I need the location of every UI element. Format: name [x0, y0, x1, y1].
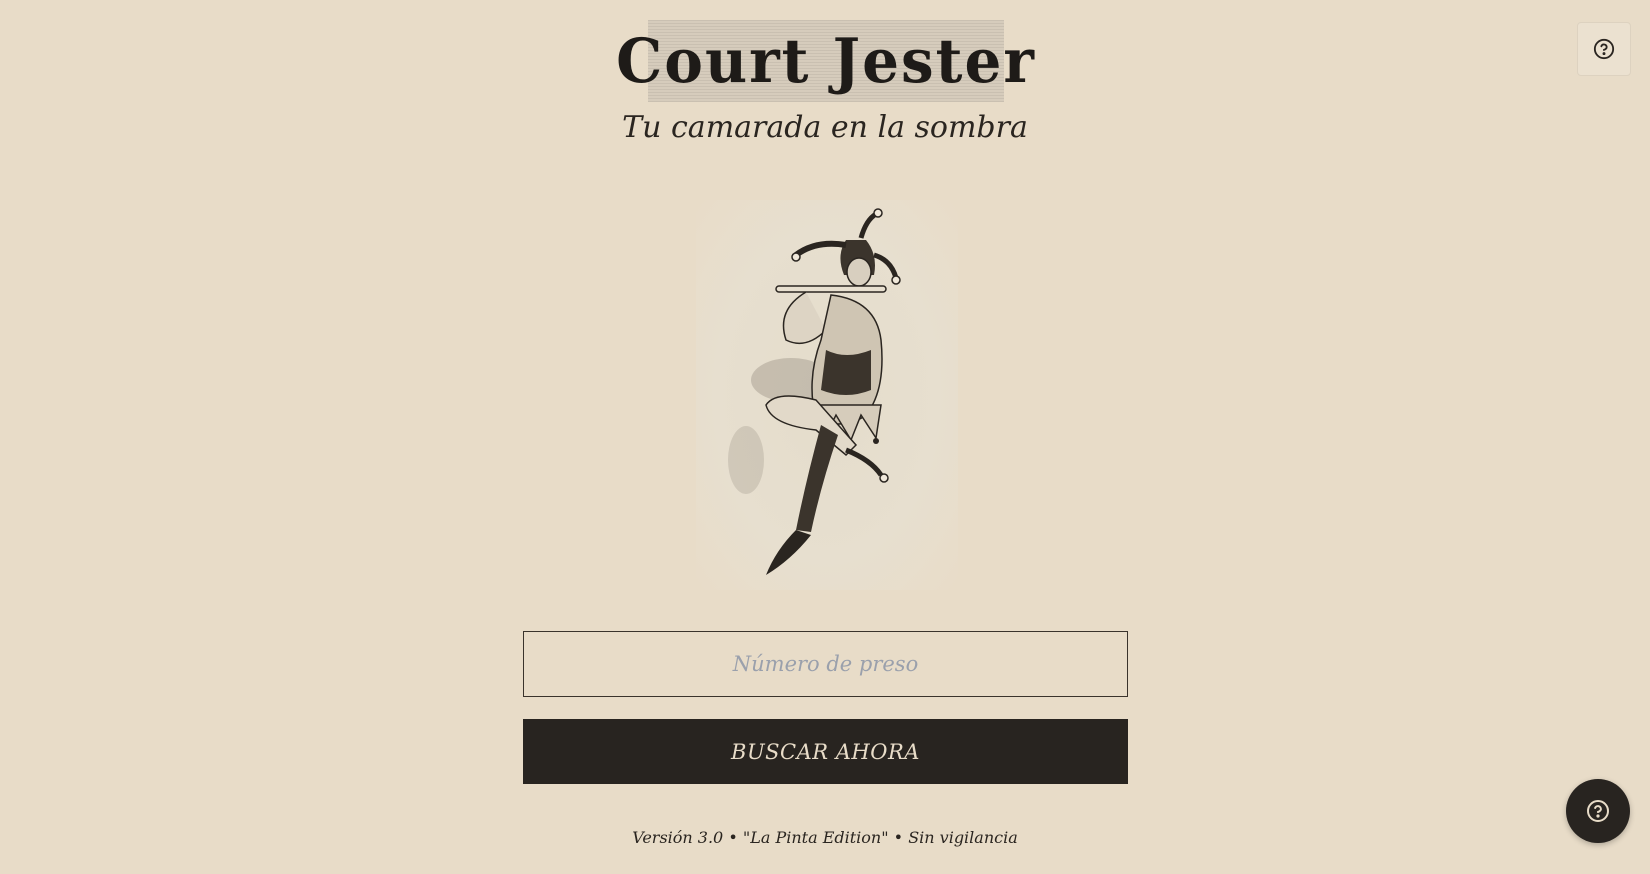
prisoner-number-input[interactable]	[523, 631, 1128, 697]
help-circle-icon	[1593, 38, 1615, 60]
help-button-top[interactable]	[1577, 22, 1631, 76]
search-now-button[interactable]: BUSCAR AHORA	[523, 719, 1128, 784]
logo: Court Jester	[616, 20, 1034, 102]
footer-version-text: Versión 3.0 • "La Pinta Edition" • Sin v…	[632, 828, 1018, 847]
logo-text: Court Jester	[616, 25, 1036, 97]
page-subtitle: Tu camarada en la sombra	[622, 110, 1028, 145]
jester-illustration	[696, 200, 958, 590]
help-circle-icon	[1587, 800, 1609, 822]
help-floating-button[interactable]	[1566, 779, 1630, 843]
page: Court Jester Tu camarada en la sombra Nú…	[0, 0, 1650, 874]
